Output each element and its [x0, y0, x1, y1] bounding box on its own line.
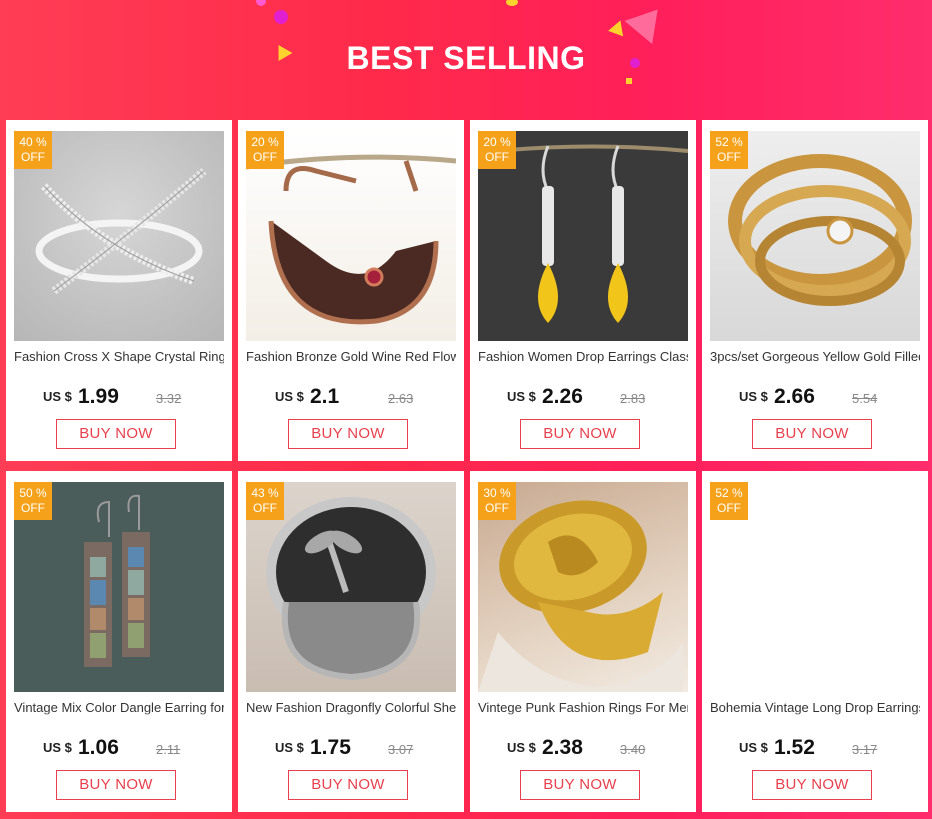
price: 2.66	[774, 385, 815, 408]
product-title[interactable]: Vintage Mix Color Dangle Earring for Wom…	[14, 699, 224, 716]
buy-now-button[interactable]: BUY NOW	[520, 419, 640, 449]
discount-off-label: OFF	[717, 150, 741, 164]
buy-now-button[interactable]: BUY NOW	[288, 770, 408, 800]
discount-off-label: OFF	[253, 501, 277, 515]
price: 2.26	[542, 385, 583, 408]
currency-label: US $	[275, 740, 304, 755]
discount-off-label: OFF	[485, 150, 509, 164]
discount-badge: 20 % OFF	[246, 131, 284, 169]
product-title[interactable]: New Fashion Dragonfly Colorful Shell Rin…	[246, 699, 456, 716]
discount-badge: 52 % OFF	[710, 482, 748, 520]
product-title[interactable]: Fashion Cross X Shape Crystal Ring For W…	[14, 348, 224, 365]
price-row: US $ 2.26 2.83	[478, 385, 688, 411]
buy-now-button[interactable]: BUY NOW	[752, 419, 872, 449]
old-price: 3.07	[388, 742, 414, 757]
price-row: US $ 1.99 3.32	[14, 385, 224, 411]
currency-label: US $	[507, 740, 536, 755]
price-row: US $ 1.52 3.17	[710, 736, 920, 762]
discount-percent: 20 %	[483, 135, 511, 149]
price: 1.52	[774, 736, 815, 759]
discount-off-label: OFF	[21, 150, 45, 164]
discount-off-label: OFF	[717, 501, 741, 515]
product-card[interactable]: 43 % OFF New Fashion Dragonfly Colorful …	[238, 471, 464, 812]
product-title[interactable]: Bohemia Vintage Long Drop Earrings For W…	[710, 699, 920, 716]
discount-badge: 52 % OFF	[710, 131, 748, 169]
price-row: US $ 2.66 5.54	[710, 385, 920, 411]
price-row: US $ 2.1 2.63	[246, 385, 456, 411]
old-price: 2.83	[620, 391, 646, 406]
buy-now-button[interactable]: BUY NOW	[288, 419, 408, 449]
product-title[interactable]: 3pcs/set Gorgeous Yellow Gold Filled Rin…	[710, 348, 920, 365]
old-price: 2.63	[388, 391, 414, 406]
price: 1.99	[78, 385, 119, 408]
discount-badge: 43 % OFF	[246, 482, 284, 520]
currency-label: US $	[507, 389, 536, 404]
currency-label: US $	[43, 389, 72, 404]
discount-off-label: OFF	[253, 150, 277, 164]
product-card[interactable]: 20 % OFF Fashion Bronze Gold Wine Red Fl…	[238, 120, 464, 461]
currency-label: US $	[275, 389, 304, 404]
discount-badge: 50 % OFF	[14, 482, 52, 520]
product-grid: 40 % OFF Fashion Cross X Shape Crystal R…	[0, 0, 932, 819]
discount-percent: 20 %	[251, 135, 279, 149]
discount-percent: 52 %	[715, 486, 743, 500]
currency-label: US $	[739, 740, 768, 755]
buy-now-button[interactable]: BUY NOW	[56, 770, 176, 800]
product-card[interactable]: 50 % OFF Vintage Mix Color Dangle Earrin…	[6, 471, 232, 812]
currency-label: US $	[43, 740, 72, 755]
buy-now-button[interactable]: BUY NOW	[752, 770, 872, 800]
price-row: US $ 1.06 2.11	[14, 736, 224, 762]
old-price: 3.40	[620, 742, 646, 757]
best-selling-page: BEST SELLING 40 % OFF Fashion Cross X Sh…	[0, 0, 932, 819]
product-card[interactable]: 40 % OFF Fashion Cross X Shape Crystal R…	[6, 120, 232, 461]
discount-percent: 43 %	[251, 486, 279, 500]
discount-percent: 52 %	[715, 135, 743, 149]
price: 1.75	[310, 736, 351, 759]
product-title[interactable]: Vintege Punk Fashion Rings For Men Gold …	[478, 699, 688, 716]
product-card[interactable]: 20 % OFF Fashion Women Drop Earrings Cla…	[470, 120, 696, 461]
product-card[interactable]: 30 % OFF Vintege Punk Fashion Rings For …	[470, 471, 696, 812]
discount-badge: 40 % OFF	[14, 131, 52, 169]
old-price: 2.11	[156, 742, 181, 757]
discount-badge: 30 % OFF	[478, 482, 516, 520]
currency-label: US $	[739, 389, 768, 404]
price: 2.38	[542, 736, 583, 759]
price-row: US $ 1.75 3.07	[246, 736, 456, 762]
buy-now-button[interactable]: BUY NOW	[520, 770, 640, 800]
discount-off-label: OFF	[21, 501, 45, 515]
product-title[interactable]: Fashion Women Drop Earrings Classic Yell…	[478, 348, 688, 365]
discount-off-label: OFF	[485, 501, 509, 515]
old-price: 3.32	[156, 391, 182, 406]
buy-now-button[interactable]: BUY NOW	[56, 419, 176, 449]
discount-percent: 30 %	[483, 486, 511, 500]
discount-percent: 40 %	[19, 135, 47, 149]
old-price: 3.17	[852, 742, 878, 757]
product-title[interactable]: Fashion Bronze Gold Wine Red Flower Earr…	[246, 348, 456, 365]
product-card[interactable]: 52 % OFF 3pcs/set Gorgeous Yellow Gold F…	[702, 120, 928, 461]
old-price: 5.54	[852, 391, 878, 406]
discount-badge: 20 % OFF	[478, 131, 516, 169]
price: 2.1	[310, 385, 340, 408]
discount-percent: 50 %	[19, 486, 47, 500]
product-card[interactable]: 52 % OFF Bohemia Vintage Long Drop Earri…	[702, 471, 928, 812]
price-row: US $ 2.38 3.40	[478, 736, 688, 762]
price: 1.06	[78, 736, 119, 759]
